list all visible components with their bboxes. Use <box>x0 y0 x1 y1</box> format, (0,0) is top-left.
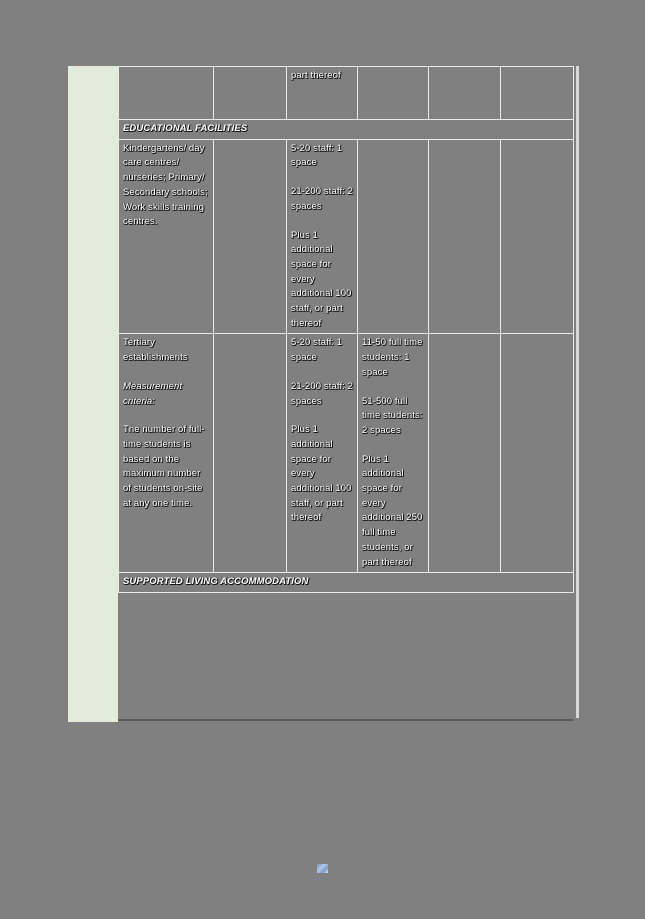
cell-use-class-tertiary: Tertiary establishments Measurement crit… <box>118 333 214 574</box>
cell-visitor-cycle-kindergartens <box>357 138 429 335</box>
staff-cycle-band-1: 5-20 staff: 1 space <box>291 337 343 364</box>
cell-servicing-kindergartens <box>500 138 574 335</box>
cell-car-parking-continuation <box>213 66 287 120</box>
visitor-cycle-band-1: 11-50 full time students: 1 space <box>362 337 423 378</box>
staff-cycle-band-3: Plus 1 additional space for every additi… <box>291 229 352 329</box>
table-row-kindergartens: Kindergartens/ day care centres/ nurseri… <box>118 138 574 335</box>
cell-use-class-continuation <box>118 66 214 120</box>
cell-motorcycle-continuation <box>428 66 501 120</box>
cell-visitor-cycle-continuation <box>357 66 429 120</box>
table-row-tertiary: Tertiary establishments Measurement crit… <box>118 333 574 574</box>
table-row-section-supported-living: SUPPORTED LIVING ACCOMMODATION <box>118 572 574 593</box>
measurement-criteria-label: Measurement criteria: <box>123 380 183 407</box>
page-right-edge-rule <box>576 66 579 718</box>
measurement-criteria-body: The number of full-time students is base… <box>123 424 205 509</box>
table-row-continuation: part thereof <box>118 66 574 120</box>
visitor-cycle-band-3: Plus 1 additional space for every additi… <box>362 453 423 568</box>
use-class-text: Tertiary establishments <box>123 337 188 364</box>
page-footer-artifact <box>317 864 328 873</box>
cell-staff-cycle-continuation: part thereof <box>286 66 358 120</box>
staff-cycle-band-2: 21-200 staff: 2 spaces <box>291 380 354 407</box>
cell-motorcycle-tertiary <box>428 333 501 574</box>
cell-motorcycle-kindergartens <box>428 138 501 335</box>
staff-cycle-band-1: 5-20 staff: 1 space <box>291 142 343 169</box>
section-heading-educational-facilities: EDUCATIONAL FACILITIES <box>118 119 574 140</box>
continuation-text-line1: part thereof <box>291 70 341 81</box>
use-class-text: Kindergartens/ day care centres/ nurseri… <box>123 142 208 228</box>
cell-servicing-tertiary <box>500 333 574 574</box>
staff-cycle-band-3: Plus 1 additional space for every additi… <box>291 424 352 524</box>
parking-standards-table: part thereof EDUCATIONAL FACILITIES Kind… <box>118 66 574 593</box>
staff-cycle-band-2: 21-200 staff: 2 spaces <box>291 186 354 212</box>
cell-staff-cycle-tertiary: 5-20 staff: 1 space 21-200 staff: 2 spac… <box>286 333 358 574</box>
table-bottom-rule <box>118 719 573 721</box>
cell-use-class-kindergartens: Kindergartens/ day care centres/ nurseri… <box>118 138 214 335</box>
cell-car-parking-tertiary <box>213 333 287 574</box>
visitor-cycle-band-2: 51-500 full time students: 2 spaces <box>362 395 423 436</box>
cell-servicing-continuation <box>500 66 574 120</box>
cell-car-parking-kindergartens <box>213 138 287 335</box>
table-row-section-educational: EDUCATIONAL FACILITIES <box>118 119 574 140</box>
cell-staff-cycle-kindergartens: 5-20 staff: 1 space 21-200 staff: 2 spac… <box>286 138 358 335</box>
section-heading-supported-living-accommodation: SUPPORTED LIVING ACCOMMODATION <box>118 572 574 593</box>
cell-visitor-cycle-tertiary: 11-50 full time students: 1 space 51-500… <box>357 333 429 574</box>
page-left-margin-strip <box>68 66 118 722</box>
